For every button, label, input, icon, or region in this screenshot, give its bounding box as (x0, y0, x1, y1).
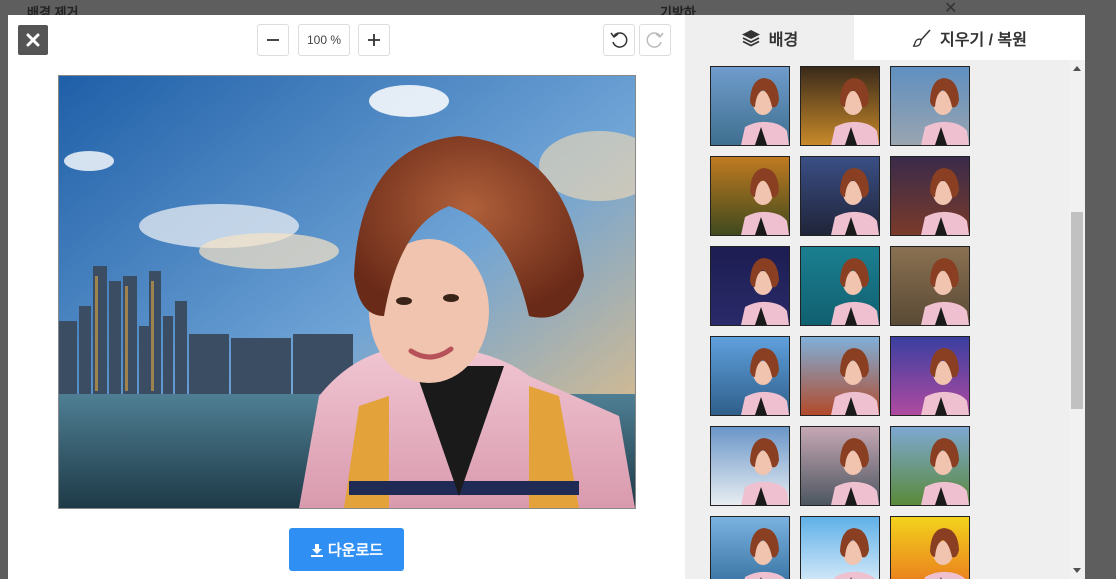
undo-button[interactable] (603, 24, 635, 56)
background-thumbnail[interactable] (890, 246, 970, 326)
background-thumbnail[interactable] (890, 516, 970, 579)
redo-button[interactable] (639, 24, 671, 56)
download-button[interactable]: 다운로드 (289, 528, 404, 571)
minus-icon (267, 39, 279, 41)
background-thumbnail[interactable] (800, 426, 880, 506)
close-icon (26, 33, 40, 47)
panel-scrollbar[interactable] (1069, 60, 1085, 579)
tab-background-label: 배경 (768, 31, 799, 49)
background-thumbnail[interactable] (710, 516, 790, 579)
background-thumbnail[interactable] (800, 516, 880, 579)
scroll-down-arrow-icon[interactable] (1073, 568, 1081, 573)
download-icon (310, 543, 323, 557)
background-thumbnail[interactable] (710, 246, 790, 326)
background-thumbnail[interactable] (890, 66, 970, 146)
background-thumbnail[interactable] (890, 336, 970, 416)
scroll-up-arrow-icon[interactable] (1073, 66, 1081, 71)
composited-photo[interactable] (58, 75, 636, 509)
tab-erase-label: 지우기 / 복원 (940, 31, 1027, 49)
background-thumbnail[interactable] (710, 426, 790, 506)
background-thumbnail[interactable] (800, 336, 880, 416)
background-thumbnail[interactable] (710, 156, 790, 236)
undo-icon (610, 32, 628, 48)
close-button[interactable] (18, 25, 48, 55)
zoom-in-button[interactable] (358, 24, 390, 56)
plus-icon (368, 34, 380, 46)
background-page-header: 배경 제거 기방하 ✕ (0, 0, 1116, 20)
editor-canvas-area: 100 % 다운로드 (8, 15, 685, 579)
layers-icon (741, 29, 760, 47)
background-editor-modal: 100 % 다운로드 배경 지우기 / 복원 (8, 15, 1085, 579)
scrollbar-thumb[interactable] (1071, 212, 1083, 409)
zoom-out-button[interactable] (257, 24, 289, 56)
download-label: 다운로드 (327, 542, 384, 559)
zoom-level: 100 % (298, 24, 350, 56)
background-thumbnail[interactable] (710, 336, 790, 416)
background-panel: 배경 지우기 / 복원 (685, 15, 1085, 579)
background-thumbnail[interactable] (800, 66, 880, 146)
tab-background[interactable]: 배경 (685, 15, 854, 60)
brush-icon (912, 28, 931, 47)
tab-erase-restore[interactable]: 지우기 / 복원 (854, 15, 1085, 60)
background-thumbnail[interactable] (800, 156, 880, 236)
background-thumbnail[interactable] (710, 66, 790, 146)
background-thumbnail[interactable] (800, 246, 880, 326)
redo-icon (646, 32, 664, 48)
background-thumbnail[interactable] (890, 156, 970, 236)
background-thumbnail[interactable] (890, 426, 970, 506)
